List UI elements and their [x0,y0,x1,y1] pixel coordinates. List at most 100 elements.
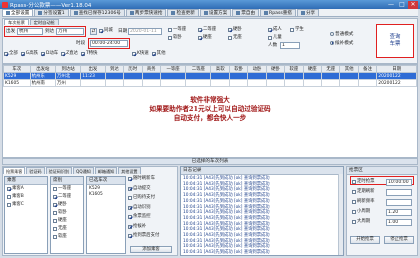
option-checkbox[interactable]: 抢候补 [128,224,146,230]
right-item-checkbox[interactable]: 定期刷新 [352,189,375,195]
bottom-tab-1[interactable]: 验证码 [26,167,45,174]
seat-type-1[interactable]: 二等座 [198,27,228,33]
start-button[interactable]: 开始抢票 [350,236,380,244]
seat-type-3[interactable]: 软卧 [168,35,198,41]
passenger-checkbox[interactable]: 乘客C [7,202,24,208]
maximize-button[interactable]: □ [397,1,407,9]
subtab-1[interactable]: 定时自动抢 [29,19,59,25]
column-header[interactable]: 其他 [339,65,359,73]
right-item-checkbox[interactable]: 定时抢票 [352,179,375,185]
option-checkbox[interactable]: 自动识别 [128,205,151,211]
column-header[interactable]: 历时 [123,65,143,73]
seat-checkbox[interactable]: 软卧 [53,210,67,216]
swap-button[interactable]: ⇄ [90,28,97,35]
passenger-checkbox[interactable]: 乘客B [7,194,24,200]
right-item-input[interactable]: 1.00 [386,218,412,226]
mode-0[interactable]: 普通模式 [330,30,353,39]
right-item-input[interactable] [386,188,412,196]
passenger-type-0[interactable]: 成人 [268,27,290,33]
seat-item[interactable]: 二等座 [53,194,81,202]
passenger-checkbox[interactable]: 乘客A [7,186,24,192]
bottom-tab-5[interactable]: 其他设置 [118,167,141,174]
seat-checkbox[interactable]: 硬卧 [53,202,67,208]
column-header[interactable]: 二等座 [185,65,212,73]
seat-type-5[interactable]: 无座 [228,35,258,41]
tab-6[interactable]: 票自由 [232,9,260,16]
train-type-4[interactable]: T特快 [80,51,97,57]
train-type-3[interactable]: Z直达 [61,51,78,57]
minimize-button[interactable]: — [386,1,396,9]
tab-1[interactable]: 分签设置1 [34,9,69,16]
tab-3[interactable]: 两步票快速抢 [125,9,167,16]
right-item-input[interactable]: 10:00:00 [386,178,412,186]
close-button[interactable]: ✕ [408,0,418,9]
date-input[interactable]: 2020-01-11 [128,28,162,35]
option-checkbox[interactable]: 随时刷新车 [128,176,155,182]
right-item-input[interactable]: 1.20 [386,208,412,216]
option-checkbox[interactable]: 自动提交 [128,186,151,192]
log-scrollbar[interactable] [338,174,343,255]
stop-button[interactable]: 停止抢票 [384,236,414,244]
to-input[interactable]: 万州 [56,28,84,35]
column-header[interactable]: 出发站 [29,65,56,73]
passenger-item[interactable]: 乘客A [7,186,45,194]
right-item-checkbox[interactable]: 大周期 [352,219,370,225]
tab-7[interactable]: Rpass重搭 [260,9,296,16]
tab-8[interactable]: 分享 [296,9,320,16]
column-header[interactable]: 高软 [210,65,230,73]
column-header[interactable]: 出发 [80,65,106,73]
table-row[interactable]: K529 杭州东 万州北 11:23 20200122 [3,72,417,80]
selected-trains-bar[interactable]: 已选择的车次列表 [2,158,418,165]
column-header[interactable]: 一等座 [159,65,187,73]
column-header[interactable]: 硬卧 [265,65,286,73]
column-header[interactable]: 备注 [357,65,378,73]
option-item[interactable]: 随时刷新车 [128,176,176,186]
from-input[interactable]: 杭州 [17,28,43,35]
seat-item[interactable]: 软座 [53,234,81,242]
seat-item[interactable]: 软卧 [53,210,81,218]
column-header[interactable]: 车次 [3,65,31,73]
train-item[interactable]: K1605 [89,192,123,198]
option-checkbox[interactable]: 已购待支付 [128,195,155,201]
column-header[interactable]: 硬座 [302,65,323,73]
table-row[interactable]: K1605 杭州南 万州 20200122 [3,79,417,87]
right-item-checkbox[interactable]: 刷新频率 [352,199,375,205]
column-header[interactable]: 动卧 [247,65,267,73]
train-type-1[interactable]: G高铁 [20,51,38,57]
passenger-type-1[interactable]: 学生 [290,27,312,33]
seat-checkbox[interactable]: 软座 [53,234,67,240]
query-button[interactable]: 查询 车票 [376,24,414,58]
seat-item[interactable]: 硬座 [53,218,81,226]
tab-2[interactable]: 查找已保存12306号 [69,9,125,16]
seat-type-2[interactable]: 硬卧 [228,27,258,33]
column-header[interactable]: 软卧 [228,65,249,73]
seat-item[interactable]: 一等座 [53,186,81,194]
column-header[interactable]: 商务 [141,65,161,73]
option-item[interactable]: 余票监控 [128,214,176,224]
seat-type-0[interactable]: 一等座 [168,27,198,33]
option-checkbox[interactable]: 抢到票后支付 [128,233,159,239]
bottom-tab-4[interactable]: 邮箱通知 [94,167,118,174]
column-header[interactable]: 无座 [321,65,341,73]
column-header[interactable]: 到达 [104,65,125,73]
tab-4[interactable]: 检查更新 [167,9,199,16]
passenger-item[interactable]: 乘客C [7,202,45,210]
tab-0[interactable]: 全部设置 [2,9,34,16]
mode-1[interactable]: 候补模式 [330,39,353,48]
seat-item[interactable]: 无座 [53,226,81,234]
right-item-input[interactable] [386,198,412,206]
column-header[interactable]: 软座 [284,65,304,73]
seat-checkbox[interactable]: 二等座 [53,194,71,200]
count-input[interactable]: 1 [280,42,300,49]
tab-5[interactable]: 设置方案 [199,9,232,16]
option-item[interactable]: 自动提交 [128,186,176,196]
bottom-tab-2[interactable]: 验证码识别 [45,167,73,174]
time-select[interactable]: 00:00-24:00 [90,40,128,47]
option-item[interactable]: 已购待支付 [128,195,176,205]
right-item-checkbox[interactable]: 小周期 [352,209,370,215]
column-header[interactable]: 日期 [376,65,417,73]
train-type-6[interactable]: 其他 [151,51,165,57]
option-item[interactable]: 抢候补 [128,224,176,234]
add-passenger-button[interactable]: 添加乘客 [130,246,172,253]
bottom-tab-0[interactable]: 抢票乘客 [3,167,26,174]
